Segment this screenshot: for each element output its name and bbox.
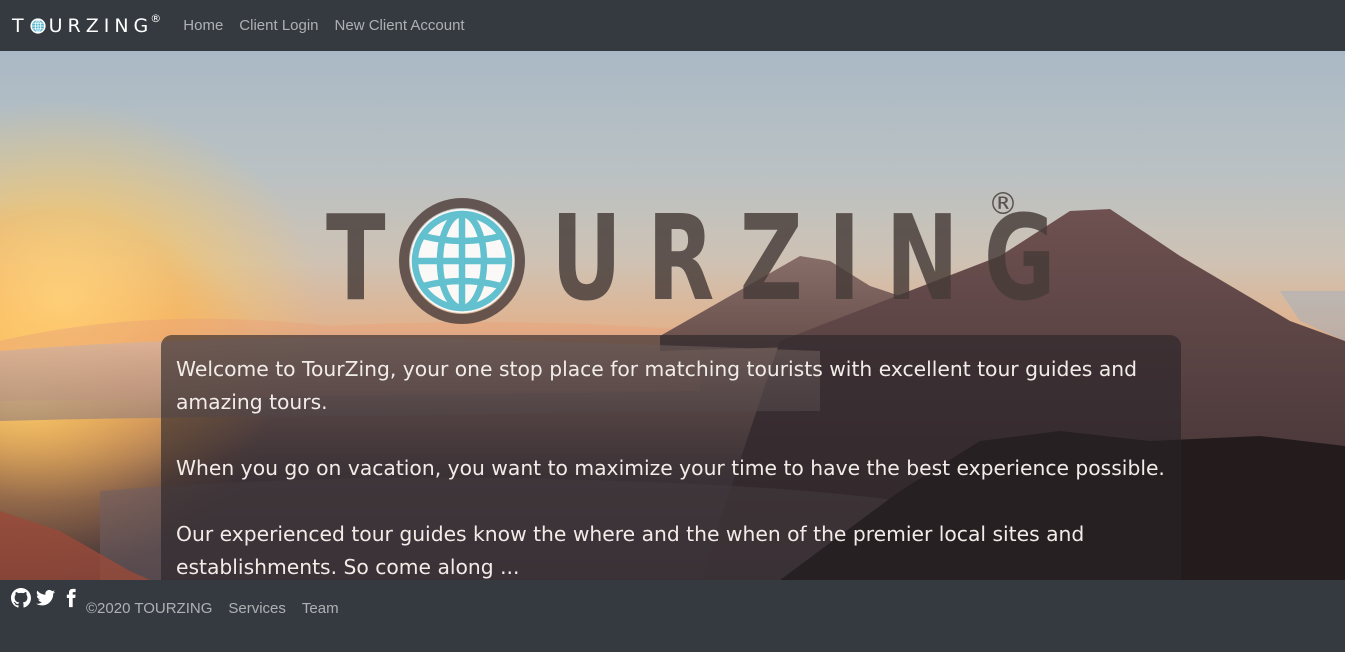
hero-logo-registered-mark: ® [988,187,1018,222]
nav-client-login-link[interactable]: Client Login [239,17,318,34]
navbar: T URZING ® Home Client Login New Client … [0,0,1345,51]
nav-links: Home Client Login New Client Account [183,17,480,34]
welcome-message-box: Welcome to TourZing, your one stop place… [161,335,1181,580]
brand-letter-t: T [12,14,29,37]
hero-logo-letter-t: T [326,189,386,327]
footer-team-link[interactable]: Team [302,600,339,617]
footer-services-link[interactable]: Services [228,600,286,617]
welcome-paragraph: Welcome to TourZing, your one stop place… [176,357,1137,414]
nav-new-client-account-link[interactable]: New Client Account [335,17,465,34]
brand-logo[interactable]: T URZING ® [12,12,162,37]
brand-registered-mark: ® [150,12,162,25]
globe-icon [30,17,46,34]
footer: ©2020 TOURZING Services Team [0,580,1345,652]
vacation-paragraph: When you go on vacation, you want to max… [176,456,1165,480]
hero-tourzing-logo: T URZING ® [326,187,1056,331]
brand-letters-urzing: URZING [48,14,154,37]
nav-home-link[interactable]: Home [183,17,223,34]
hero-banner: T URZING ® Welcome to TourZing, your one… [0,51,1345,580]
globe-icon [399,198,525,324]
tour-guides-paragraph: Our experienced tour guides know the whe… [176,522,1085,579]
footer-text: ©2020 TOURZING Services Team [86,600,355,617]
github-icon[interactable] [11,588,31,608]
copyright-text: ©2020 TOURZING [86,600,213,617]
twitter-icon[interactable] [36,588,56,608]
facebook-icon[interactable] [61,588,81,608]
social-links [11,588,86,608]
